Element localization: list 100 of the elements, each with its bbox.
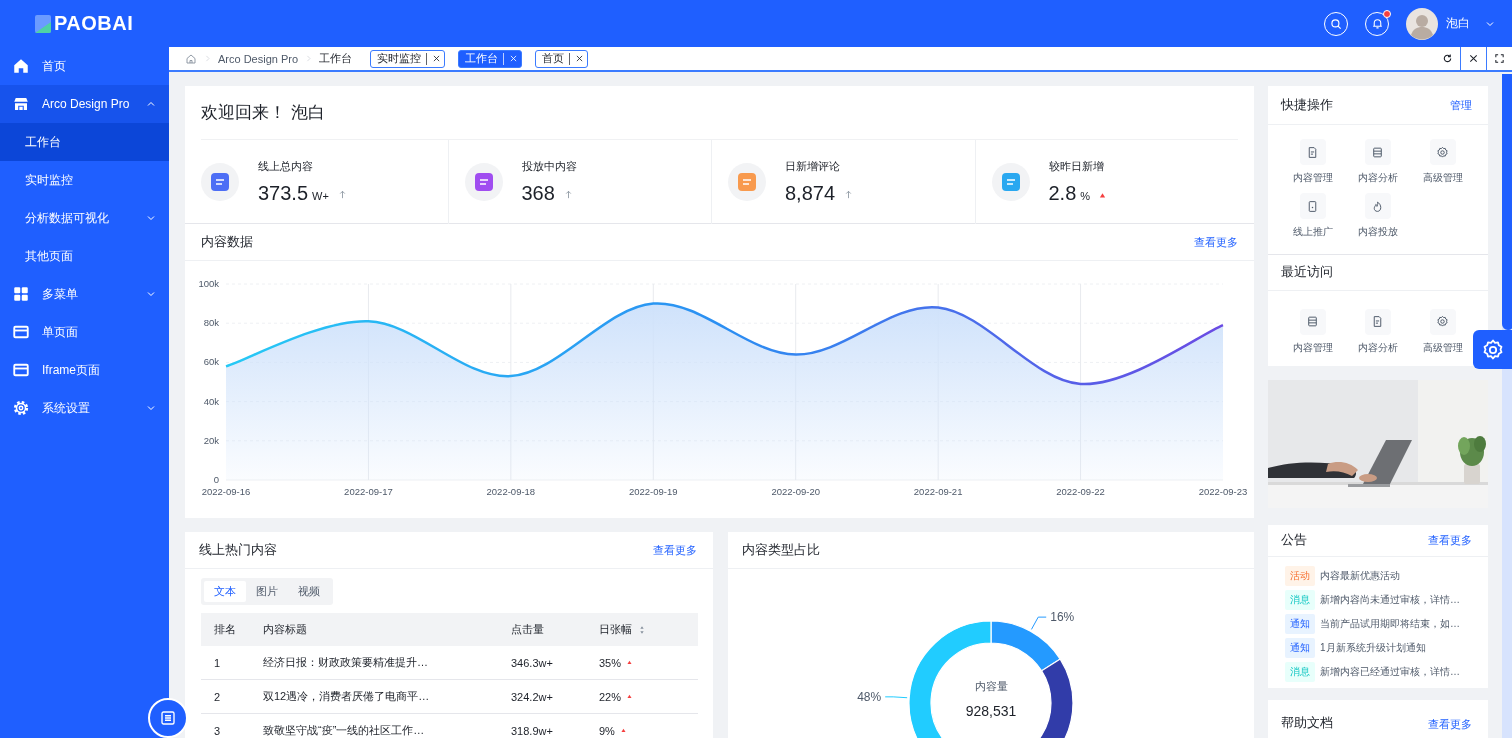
stat-value: 368	[521, 182, 555, 205]
notice-text[interactable]: 新增内容已经通过审核，详情…	[1320, 664, 1460, 679]
up-triangle-icon	[1098, 191, 1108, 200]
x-tick-label: 2022-09-23	[1198, 486, 1248, 497]
settings-icon	[1436, 315, 1449, 329]
sidebar-item[interactable]: 实时监控	[0, 161, 169, 199]
x-tick-label: 2022-09-21	[913, 486, 963, 497]
sidebar-item[interactable]: 工作台	[0, 123, 169, 161]
close-icon[interactable]	[432, 54, 442, 63]
sidebar-item[interactable]: 单页面	[0, 313, 169, 351]
shortcut-item[interactable]: 线上推广	[1280, 193, 1345, 239]
logo-text: PAOBAI	[54, 12, 134, 35]
manage-link[interactable]: 管理	[1450, 97, 1472, 113]
up-triangle-icon	[626, 693, 634, 700]
table-cell: 35%	[599, 656, 622, 669]
card-title: 内容类型占比	[742, 541, 820, 559]
document-icon	[1306, 145, 1319, 159]
breadcrumb-item[interactable]: 工作台	[319, 51, 353, 66]
x-tick-label: 2022-09-22	[1056, 486, 1105, 497]
column-header: 内容标题	[263, 622, 307, 637]
sidebar-item[interactable]: 分析数据可视化	[0, 199, 169, 237]
table-cell: 经济日报：财政政策要精准提升…	[263, 656, 428, 668]
donut-center-label: 内容量	[974, 680, 1008, 692]
up-triangle-icon	[626, 659, 634, 666]
notice-text[interactable]: 当前产品试用期即将结束，如…	[1320, 616, 1460, 631]
list-icon	[1306, 315, 1319, 329]
table-cell: 9%	[599, 724, 615, 737]
stat-label: 线上总内容	[258, 159, 314, 174]
house-icon	[12, 57, 30, 75]
table-cell: 318.9w+	[511, 724, 553, 737]
settings-button[interactable]	[1473, 330, 1512, 369]
sidebar-item[interactable]: Iframe页面	[0, 351, 169, 389]
settings-icon	[12, 399, 30, 417]
notice-text[interactable]: 1月新系统升级计划通知	[1320, 640, 1426, 655]
view-more-link[interactable]: 查看更多	[1428, 716, 1472, 732]
table-cell: 1	[214, 656, 221, 669]
tablet-icon	[1306, 199, 1319, 213]
x-tick-label: 2022-09-20	[771, 486, 820, 497]
notice-tag: 通知	[1285, 613, 1315, 634]
page-tab[interactable]: 实时监控	[370, 49, 446, 68]
list-icon	[1371, 145, 1384, 159]
user-name[interactable]: 泡白	[1446, 15, 1470, 32]
sidebar-item[interactable]: 首页	[0, 47, 169, 85]
shortcut-item[interactable]: 内容管理	[1280, 139, 1345, 185]
y-tick-label: 100k	[198, 278, 219, 289]
notice-tag: 消息	[1285, 661, 1315, 682]
refresh-icon[interactable]	[1442, 53, 1453, 64]
notice-text[interactable]: 内容最新优惠活动	[1320, 568, 1400, 583]
leader-line	[884, 696, 908, 699]
segment-tab[interactable]: 图片	[246, 581, 288, 602]
x-tick-label: 2022-09-16	[201, 486, 251, 497]
close-icon[interactable]	[575, 54, 585, 63]
stat-unit: W+	[312, 190, 329, 202]
segment-tab[interactable]: 视频	[288, 581, 330, 602]
shortcut-item[interactable]: 内容分析	[1345, 139, 1410, 185]
card-title: 公告	[1281, 531, 1307, 550]
y-tick-label: 60k	[203, 356, 219, 368]
search-icon	[1329, 16, 1343, 31]
bell-icon	[1370, 17, 1384, 30]
y-tick-label: 20k	[203, 434, 219, 446]
slice-label: 48%	[857, 689, 882, 704]
welcome-title: 欢迎回来！ 泡白	[201, 86, 1238, 140]
sidebar-item[interactable]: 系统设置	[0, 389, 169, 427]
notice-text[interactable]: 新增内容尚未通过审核，详情…	[1320, 592, 1460, 607]
view-more-link[interactable]: 查看更多	[653, 542, 697, 558]
table-cell: 324.2w+	[511, 690, 553, 703]
fullscreen-icon[interactable]	[1494, 53, 1505, 64]
page-tab[interactable]: 首页	[535, 49, 589, 68]
home-icon[interactable]	[185, 52, 197, 65]
window-icon	[12, 361, 30, 379]
breadcrumb-item[interactable]: Arco Design Pro	[218, 52, 299, 65]
close-icon[interactable]	[1468, 53, 1479, 64]
table-cell: 3	[214, 724, 221, 737]
avatar[interactable]	[1406, 7, 1438, 40]
table-cell: 346.3w+	[511, 656, 553, 669]
sidebar-item[interactable]: Arco Design Pro	[0, 85, 169, 123]
shortcut-item[interactable]: 内容投放	[1345, 193, 1410, 239]
up-triangle-icon	[619, 727, 627, 734]
y-tick-label: 80k	[203, 317, 219, 329]
menu-icon	[159, 709, 177, 727]
column-header: 点击量	[511, 622, 544, 637]
page-tab[interactable]: 工作台	[458, 49, 523, 68]
y-tick-label: 40k	[203, 395, 219, 407]
x-tick-label: 2022-09-18	[486, 486, 536, 497]
stat-value: 8,874	[785, 182, 836, 205]
shortcut-item[interactable]: 高级管理	[1410, 308, 1475, 355]
shortcut-item[interactable]: 内容管理	[1280, 308, 1345, 355]
window-icon	[12, 323, 30, 341]
shortcut-item[interactable]: 高级管理	[1410, 139, 1475, 185]
stat-label: 日新增评论	[785, 159, 841, 174]
table-cell: 2	[214, 690, 221, 703]
sidebar-item[interactable]: 多菜单	[0, 275, 169, 313]
segment-tab[interactable]: 文本	[204, 581, 246, 602]
scrollbar-thumb[interactable]	[1502, 74, 1512, 330]
shortcut-item[interactable]: 内容分析	[1345, 308, 1410, 355]
stat-label: 投放中内容	[521, 159, 577, 174]
view-more-link[interactable]: 查看更多	[1194, 234, 1238, 250]
slice-label: 16%	[1050, 610, 1075, 625]
view-more-link[interactable]: 查看更多	[1428, 532, 1472, 548]
sidebar-item[interactable]: 其他页面	[0, 237, 169, 275]
